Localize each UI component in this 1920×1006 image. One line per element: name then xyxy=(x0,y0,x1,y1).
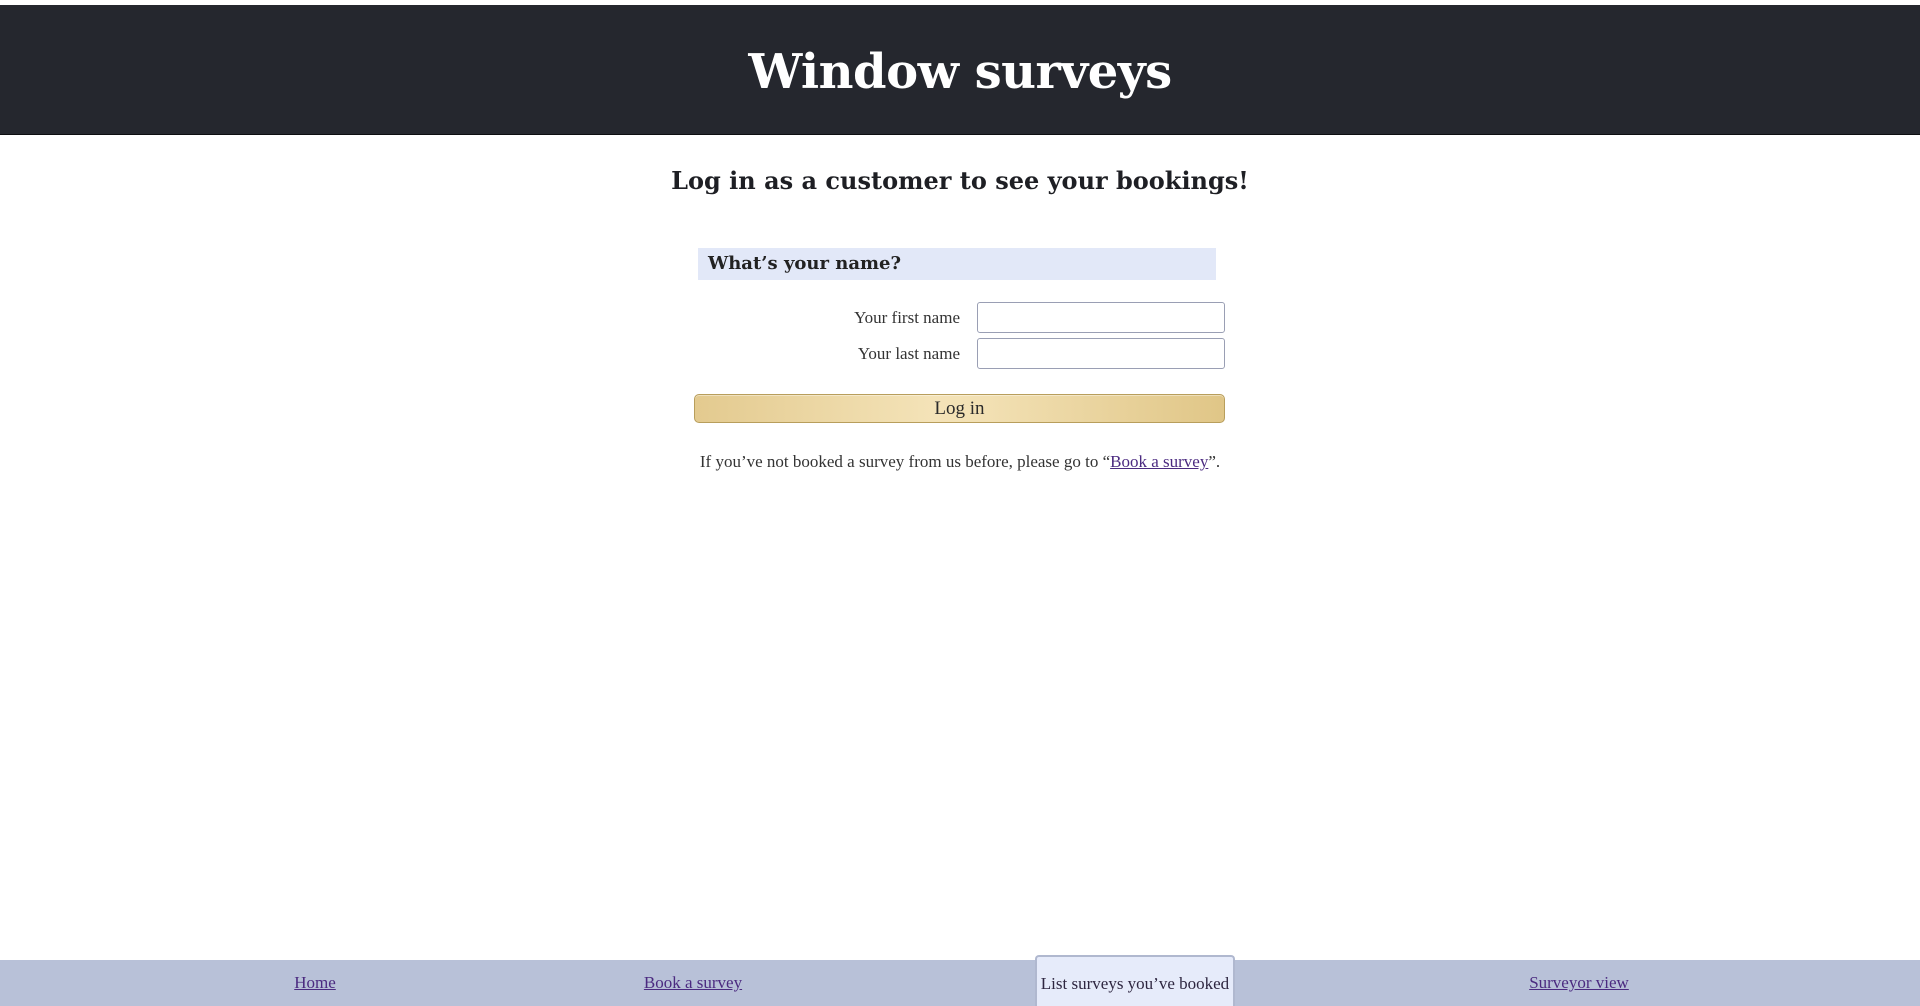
bottom-nav: Home Book a survey List surveys you’ve b… xyxy=(0,955,1920,1006)
last-name-input[interactable] xyxy=(977,338,1225,369)
login-form: What’s your name? Your first name Your l… xyxy=(694,248,1226,423)
nav-link-surveyor-view[interactable]: Surveyor view xyxy=(1529,973,1629,992)
first-name-label: Your first name xyxy=(854,308,960,327)
nav-item-surveyor-view: Surveyor view xyxy=(1529,960,1629,1006)
booking-note: If you’ve not booked a survey from us be… xyxy=(0,452,1920,472)
nav-link-book-survey[interactable]: Book a survey xyxy=(644,973,742,992)
nav-item-home: Home xyxy=(294,960,336,1006)
note-text-before: If you’ve not booked a survey from us be… xyxy=(699,452,1111,471)
book-survey-link[interactable]: Book a survey xyxy=(1110,452,1208,471)
form-legend: What’s your name? xyxy=(698,248,1216,280)
last-name-label: Your last name xyxy=(857,344,960,363)
last-name-row: Your last name xyxy=(694,338,1226,374)
app-header: Window surveys xyxy=(0,5,1920,135)
nav-item-list-surveys[interactable]: List surveys you’ve booked xyxy=(1035,955,1235,1006)
site-title: Window surveys xyxy=(748,43,1172,100)
nav-link-home[interactable]: Home xyxy=(294,973,336,992)
nav-item-book-survey: Book a survey xyxy=(644,960,742,1006)
first-name-input[interactable] xyxy=(977,302,1225,333)
note-text-after: ”. xyxy=(1208,452,1221,471)
log-in-button[interactable]: Log in xyxy=(694,394,1225,423)
page-subtitle: Log in as a customer to see your booking… xyxy=(671,166,1249,195)
first-name-row: Your first name xyxy=(694,302,1226,338)
